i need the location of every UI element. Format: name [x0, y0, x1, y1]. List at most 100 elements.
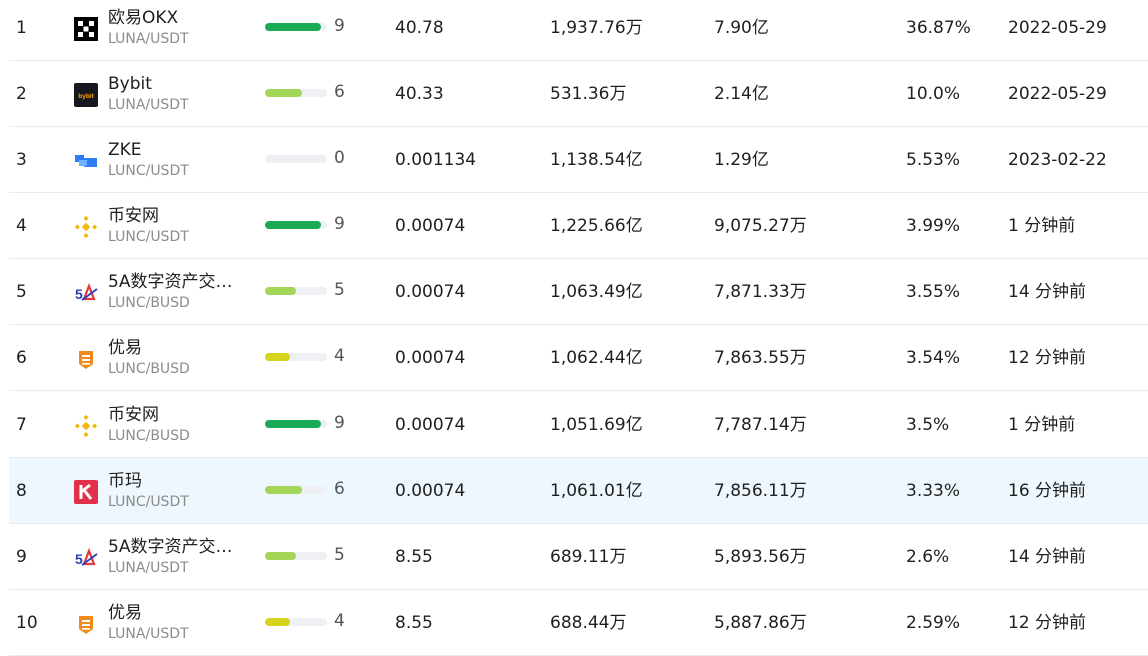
trust-score-bar [265, 486, 327, 494]
rank-number: 6 [16, 348, 27, 368]
trust-score-fill [265, 353, 290, 361]
trust-score-bar [265, 155, 327, 163]
table-row[interactable]: 6 优易 LUNC/BUSD 4 0.00074 1,062.44亿 7,863.55万 3.… [9, 325, 1148, 391]
volume-share: 10.0% [906, 84, 961, 104]
exchange-name[interactable]: 币安网 [108, 206, 159, 226]
volume-usd: 2.14亿 [714, 84, 769, 104]
trust-score-fill [265, 23, 321, 31]
last-updated: 1 分钟前 [1008, 216, 1076, 236]
volume-usd: 7.90亿 [714, 18, 769, 38]
exchange-name[interactable]: ZKE [108, 140, 142, 160]
trading-pair[interactable]: LUNA/USDT [108, 97, 189, 113]
trust-score-bar [265, 618, 327, 626]
price-value: 8.55 [395, 613, 433, 633]
last-updated: 14 分钟前 [1008, 547, 1087, 567]
rank-number: 8 [16, 481, 27, 501]
volume-usd: 7,856.11万 [714, 481, 807, 501]
trust-score-bar [265, 420, 327, 428]
volume-share: 3.33% [906, 481, 961, 501]
volume-24h: 531.36万 [550, 84, 627, 104]
trust-score-fill [265, 618, 290, 626]
trust-score-fill [265, 287, 296, 295]
trust-score-bar [265, 23, 327, 31]
exchange-name[interactable]: 5A数字资产交… [108, 537, 232, 557]
binance-icon [74, 215, 98, 239]
exchange-markets-table: 1 欧易OKX LUNA/USDT 9 40.78 1,937.76万 7.90亿 36.87… [0, 0, 1148, 656]
volume-share: 2.6% [906, 547, 950, 567]
rank-number: 7 [16, 415, 27, 435]
trading-pair[interactable]: LUNA/USDT [108, 626, 189, 642]
trading-pair[interactable]: LUNC/USDT [108, 494, 189, 510]
volume-usd: 7,787.14万 [714, 415, 807, 435]
zke-icon [74, 149, 98, 173]
trading-pair[interactable]: LUNC/USDT [108, 229, 189, 245]
youyi-icon [74, 612, 98, 636]
volume-24h: 1,063.49亿 [550, 282, 643, 302]
trust-score-bar [265, 353, 327, 361]
trust-score-bar [265, 221, 327, 229]
table-row[interactable]: 7 币安网 LUNC/BUSD 9 0.00074 1,051.69亿 7,787.14万 3… [9, 392, 1148, 458]
trading-pair[interactable]: LUNC/BUSD [108, 428, 190, 444]
table-row[interactable]: 9 5 5A数字资产交… LUNA/USDT 5 8.55 689.11万 5,893.56万… [9, 524, 1148, 590]
volume-share: 5.53% [906, 150, 961, 170]
price-value: 40.78 [395, 18, 444, 38]
volume-share: 2.59% [906, 613, 961, 633]
table-row[interactable]: 1 欧易OKX LUNA/USDT 9 40.78 1,937.76万 7.90亿 36.87… [9, 0, 1148, 61]
volume-usd: 5,893.56万 [714, 547, 807, 567]
volume-24h: 1,225.66亿 [550, 216, 643, 236]
trust-score-value: 9 [334, 413, 345, 433]
volume-share: 3.99% [906, 216, 961, 236]
trust-score-value: 6 [334, 479, 345, 499]
trust-score-bar [265, 287, 327, 295]
last-updated: 2022-05-29 [1008, 18, 1107, 38]
price-value: 0.001134 [395, 150, 477, 170]
trading-pair[interactable]: LUNA/USDT [108, 31, 189, 47]
volume-24h: 689.11万 [550, 547, 627, 567]
trading-pair[interactable]: LUNC/BUSD [108, 361, 190, 377]
last-updated: 12 分钟前 [1008, 613, 1087, 633]
rank-number: 10 [16, 613, 38, 633]
table-row[interactable]: 2 bybit Bybit LUNA/USDT 6 40.33 531.36万 2.14亿 10… [9, 61, 1148, 127]
table-row[interactable]: 5 5 5A数字资产交… LUNC/BUSD 5 0.00074 1,063.49亿 7,87… [9, 259, 1148, 325]
table-row[interactable]: 3 ZKE LUNC/USDT 0 0.001134 1,138.54亿 1.29亿 5.53… [9, 127, 1148, 193]
table-row[interactable]: 10 优易 LUNA/USDT 4 8.55 688.44万 5,887.86万 2.59% 1… [9, 590, 1148, 656]
last-updated: 1 分钟前 [1008, 415, 1076, 435]
5a-icon: 5 [74, 281, 98, 305]
price-value: 40.33 [395, 84, 444, 104]
trust-score-value: 6 [334, 82, 345, 102]
trust-score-fill [265, 486, 303, 494]
rank-number: 3 [16, 150, 27, 170]
rank-number: 2 [16, 84, 27, 104]
binance-icon [74, 414, 98, 438]
last-updated: 12 分钟前 [1008, 348, 1087, 368]
volume-share: 3.5% [906, 415, 950, 435]
price-value: 0.00074 [395, 481, 466, 501]
trading-pair[interactable]: LUNA/USDT [108, 560, 189, 576]
table-row[interactable]: 4 币安网 LUNC/USDT 9 0.00074 1,225.66亿 9,075.27万 3… [9, 193, 1148, 259]
exchange-name[interactable]: Bybit [108, 74, 152, 94]
price-value: 0.00074 [395, 282, 466, 302]
rank-number: 4 [16, 216, 27, 236]
exchange-name[interactable]: 欧易OKX [108, 8, 178, 28]
trust-score-value: 5 [334, 280, 345, 300]
exchange-name[interactable]: 币玛 [108, 471, 142, 491]
exchange-name[interactable]: 优易 [108, 338, 142, 358]
price-value: 8.55 [395, 547, 433, 567]
last-updated: 2023-02-22 [1008, 150, 1107, 170]
price-value: 0.00074 [395, 415, 466, 435]
volume-24h: 1,051.69亿 [550, 415, 643, 435]
trading-pair[interactable]: LUNC/BUSD [108, 295, 190, 311]
trust-score-fill [265, 89, 303, 97]
youyi-icon [74, 347, 98, 371]
bima-icon [74, 480, 98, 504]
exchange-name[interactable]: 5A数字资产交… [108, 272, 232, 292]
volume-usd: 5,887.86万 [714, 613, 807, 633]
trading-pair[interactable]: LUNC/USDT [108, 163, 189, 179]
table-row[interactable]: 8 币玛 LUNC/USDT 6 0.00074 1,061.01亿 7,856.11万 3.… [9, 458, 1148, 524]
trust-score-value: 9 [334, 214, 345, 234]
exchange-name[interactable]: 币安网 [108, 405, 159, 425]
5a-icon: 5 [74, 546, 98, 570]
price-value: 0.00074 [395, 348, 466, 368]
trust-score-fill [265, 420, 321, 428]
exchange-name[interactable]: 优易 [108, 603, 142, 623]
